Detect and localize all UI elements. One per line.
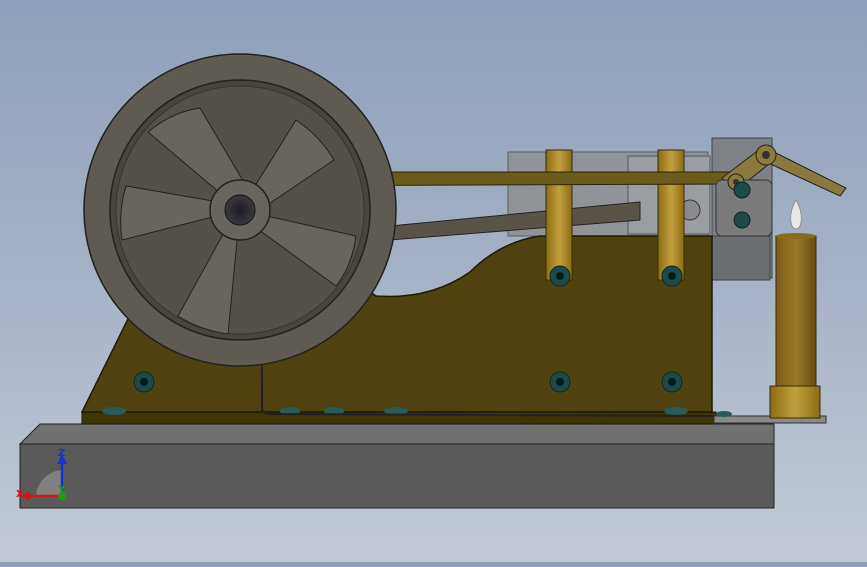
model-viewport[interactable]: Z X Y (0, 0, 867, 562)
candle-burner[interactable] (769, 199, 821, 419)
engine-model[interactable]: Z X Y (0, 0, 867, 562)
flywheel-hub (224, 194, 256, 226)
triad-z-label: Z (58, 448, 65, 459)
triad-y-label: Y (57, 484, 66, 495)
base-block[interactable] (18, 423, 775, 509)
triad-x-label: X (16, 489, 24, 500)
flywheel[interactable] (83, 53, 397, 367)
flame-icon (790, 199, 802, 230)
